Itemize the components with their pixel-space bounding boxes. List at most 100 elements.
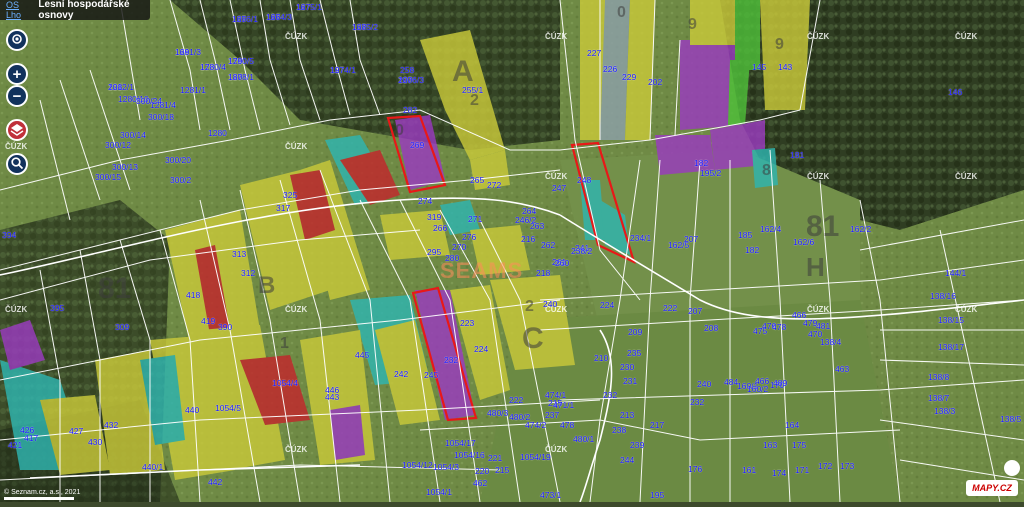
stand-number: 0 — [395, 122, 404, 139]
parcel-number-label: 269 — [410, 140, 425, 150]
parcel-number-label: 1054/1 — [426, 487, 452, 497]
parcel-number-label: 209 — [628, 327, 643, 337]
parcel-number-label: 1280 — [208, 128, 227, 138]
stand-number: 2 — [525, 298, 534, 315]
parcel-number-label: 222 — [509, 395, 524, 405]
parcel-number-label: 262 — [541, 240, 556, 250]
cadastre-watermark: ČÚZK — [5, 142, 28, 151]
layers-icon — [10, 122, 24, 139]
parcel-number-label: 138/17 — [938, 342, 964, 352]
parcel-number-label: 138/8 — [928, 372, 950, 382]
parcel-number-label: 138/4 — [820, 337, 842, 347]
parcel-number-label: 480/1 — [573, 434, 595, 444]
parcel-number-label: 207 — [684, 234, 699, 244]
parcel-number-label: 163 — [763, 440, 778, 450]
parcel-number-label: 240 — [697, 379, 712, 389]
parcel-number-label: 418 — [186, 290, 201, 300]
parcel-number-label: 217 — [650, 420, 665, 430]
layer-tag-link[interactable]: OS Lho — [0, 0, 38, 20]
parcel-number-label: 481 — [816, 321, 831, 331]
parcel-number-label: 223 — [460, 318, 475, 328]
parcel-number-label: 176 — [688, 464, 703, 474]
parcel-number-label: 210 — [594, 353, 609, 363]
parcel-number-label: 421 — [8, 440, 23, 450]
parcel-number-label: 218 — [536, 268, 551, 278]
parcel-number-label: 221 — [488, 453, 503, 463]
parcel-number-label: 178 — [200, 62, 215, 72]
parcel-number-label: 172 — [818, 461, 833, 471]
layer-title: Lesní hospodářské osnovy — [38, 0, 130, 21]
parcel-number-label: 182 — [694, 158, 709, 168]
parcel-number-label: 207 — [688, 306, 703, 316]
parcel-number-label: 185 — [738, 230, 753, 240]
parcel-number-label: 164 — [785, 420, 800, 430]
search-icon — [10, 156, 24, 173]
parcel-number-label: 162/2 — [850, 224, 872, 234]
parcel-number-label: 272 — [487, 180, 502, 190]
cadastre-watermark: ČÚZK — [955, 305, 978, 314]
cadastre-watermark: ČÚZK — [285, 142, 308, 151]
parcel-number-label: 440/1 — [142, 462, 164, 472]
parcel-number-label: 248 — [577, 175, 592, 185]
locate-button[interactable] — [6, 29, 28, 51]
parcel-number-label: 181 — [790, 150, 805, 160]
parcel-number-label: 471/1 — [553, 400, 575, 410]
parcel-number-label: 300/24 — [136, 96, 162, 106]
search-button[interactable] — [6, 153, 28, 175]
parcel-number-label: 230 — [620, 362, 635, 372]
parcel-number-label: 263 — [530, 221, 545, 231]
parcel-number-label: 240 — [543, 299, 558, 309]
stand-number: 0 — [617, 4, 626, 21]
parcel-number-label: 274 — [418, 196, 433, 206]
parcel-number-label: 1054/12 — [402, 460, 433, 470]
parcel-number-label: 197 — [330, 65, 345, 75]
parcel-number-label: 215 — [495, 465, 510, 475]
parcel-number-label: 161 — [742, 465, 757, 475]
district-number: 81 — [98, 272, 132, 305]
parcel-number-label: 229 — [622, 72, 637, 82]
parcel-number-label: 232 — [690, 397, 705, 407]
parcel-number-label: 325 — [283, 190, 298, 200]
parcel-number-label: 202 — [648, 77, 663, 87]
parcel-number-label: 442 — [208, 477, 223, 487]
parcel-number-label: 227 — [587, 48, 602, 58]
parcel-number-label: 462 — [473, 478, 488, 488]
parcel-number-label: 231 — [623, 376, 638, 386]
parcel-number-label: 300/14 — [120, 130, 146, 140]
parcel-number-label: 201 — [108, 82, 123, 92]
parcel-number-label: 478 — [772, 322, 787, 332]
zoom-out-button[interactable]: − — [6, 85, 28, 107]
parcel-number-label: 312 — [241, 268, 256, 278]
cadastre-watermark: ČÚZK — [285, 445, 308, 454]
parcel-number-label: 238/2 — [571, 246, 593, 256]
stand-letter-a: A — [452, 55, 474, 88]
cadastre-watermark: ČÚZK — [955, 172, 978, 181]
cadastre-watermark: ČÚZK — [807, 32, 830, 41]
parcel-number-label: 242 — [394, 369, 409, 379]
parcel-number-label: 440 — [185, 405, 200, 415]
parcel-number-label: 430 — [88, 437, 103, 447]
parcel-number-label: 1054/17 — [445, 438, 476, 448]
parcel-number-label: 1054/5 — [215, 403, 241, 413]
tree-icon[interactable] — [1004, 460, 1020, 476]
parcel-number-label: 222 — [663, 303, 678, 313]
parcel-number-label: 309 — [115, 322, 130, 332]
cadastre-watermark: ČÚZK — [545, 172, 568, 181]
parcel-number-label: 239 — [630, 440, 645, 450]
stand-letter-c: C — [522, 322, 544, 355]
map-canvas[interactable]: A B C 81 81 H 0 9 9 8 0 2 1 2 ČÚZK ČÚZK … — [0, 0, 1024, 503]
parcel-number-label: 390 — [218, 322, 233, 332]
parcel-number-label: 237 — [545, 410, 560, 420]
layers-button[interactable] — [6, 119, 28, 141]
mapy-cz-logo[interactable]: MAPY.CZ — [966, 480, 1018, 496]
parcel-number-label: 145 — [752, 62, 767, 72]
parcel-number-label: 175 — [792, 440, 807, 450]
parcel-number-label: 264 — [522, 206, 537, 216]
parcel-number-label: 417 — [24, 433, 39, 443]
stand-letter-b: B — [258, 272, 276, 299]
parcel-number-label: 474/2 — [525, 420, 547, 430]
parcel-number-label: 224 — [600, 300, 615, 310]
zoom-in-button[interactable]: + — [6, 63, 28, 85]
parcel-number-label: 300/20 — [165, 155, 191, 165]
parcel-number-label: 138/7 — [928, 393, 950, 403]
